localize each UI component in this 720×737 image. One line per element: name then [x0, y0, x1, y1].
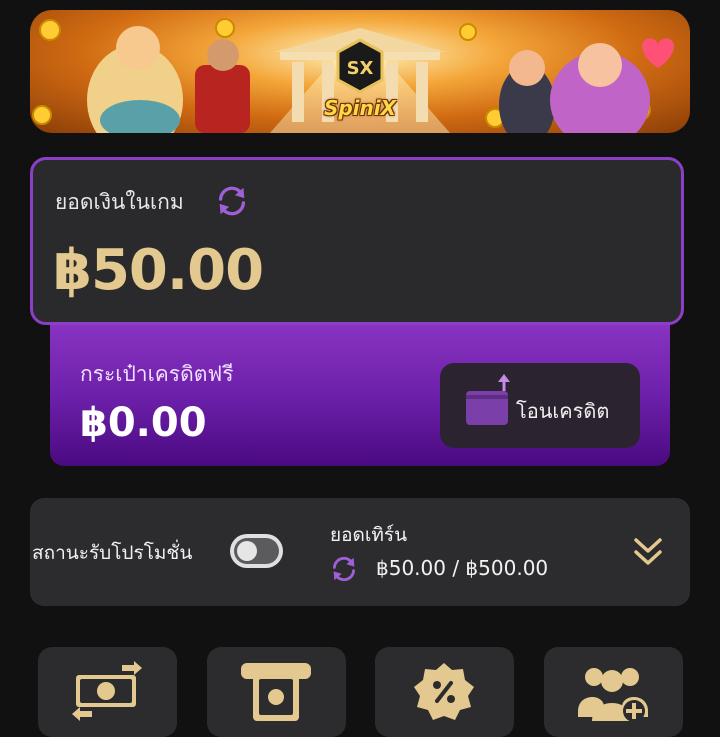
free-credit-amount: ฿0.00: [80, 400, 207, 446]
invite-friends-menu-tile[interactable]: [544, 647, 683, 737]
promotion-menu-tile[interactable]: [375, 647, 514, 737]
turnover-title: ยอดเทิร์น: [330, 524, 408, 546]
game-balance-card: ยอดเงินในเกม ฿50.00: [30, 157, 684, 325]
game-balance-amount: ฿50.00: [53, 238, 264, 303]
free-credit-wallet: กระเป๋าเครดิตฟรี ฿0.00 โอนเครดิต: [50, 318, 670, 466]
atm-withdraw-icon: [241, 663, 311, 721]
wallet-transfer-icon: [466, 374, 510, 425]
promo-banner[interactable]: SX SpiniX: [30, 10, 690, 133]
double-chevron-down-icon[interactable]: [630, 534, 666, 570]
free-credit-label: กระเป๋าเครดิตฟรี: [80, 362, 234, 386]
refresh-icon[interactable]: [328, 553, 360, 585]
deposit-menu-tile[interactable]: [38, 647, 177, 737]
transfer-credit-label: โอนเครดิต: [516, 399, 610, 423]
promotion-status-card: สถานะรับโปรโมชั่น ยอดเทิร์น ฿50.00 / ฿50…: [30, 498, 690, 606]
svg-text:SX: SX: [347, 58, 374, 79]
promotion-toggle[interactable]: [230, 534, 283, 568]
transfer-credit-button[interactable]: โอนเครดิต: [440, 363, 640, 448]
refresh-icon[interactable]: [213, 182, 251, 220]
money-exchange-icon: [72, 661, 142, 721]
add-friends-icon: [578, 668, 648, 722]
game-balance-label: ยอดเงินในเกม: [55, 190, 184, 214]
withdraw-menu-tile[interactable]: [207, 647, 346, 737]
turnover-value: ฿50.00 / ฿500.00: [376, 556, 549, 580]
discount-badge-icon: [414, 663, 474, 720]
toggle-knob: [237, 541, 257, 561]
banner-logo-text: SpiniX: [323, 96, 397, 120]
promotion-status-label: สถานะรับโปรโมชั่น: [32, 542, 193, 564]
spinix-logo-icon: SX: [336, 38, 384, 94]
